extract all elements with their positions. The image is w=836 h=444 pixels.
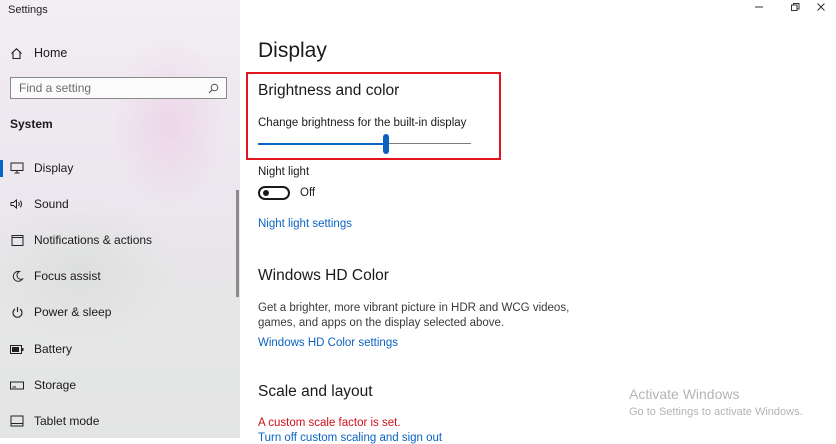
sidebar-item-label: Tablet mode [34,414,100,428]
close-icon [816,0,826,17]
home-icon [10,46,24,60]
search-input[interactable] [19,81,208,95]
close-button[interactable] [806,0,836,16]
slider-thumb[interactable] [383,134,389,154]
speaker-icon [10,197,24,211]
brightness-heading: Brightness and color [258,82,400,99]
slider-fill [258,143,386,145]
sidebar-item-storage[interactable]: Storage [0,371,236,399]
search-icon[interactable] [208,82,220,94]
search-box[interactable] [10,77,227,99]
power-icon [10,305,24,319]
battery-icon [10,342,24,356]
sidebar-item-tablet-mode[interactable]: Tablet mode [0,407,236,435]
night-light-toggle[interactable] [258,186,290,200]
toggle-knob [263,190,269,196]
brightness-slider-label: Change brightness for the built-in displ… [258,117,467,129]
monitor-icon [10,161,24,175]
sidebar-item-display[interactable]: Display [0,154,236,182]
sidebar-item-sound[interactable]: Sound [0,190,236,218]
home-label: Home [34,46,68,60]
turn-off-custom-scaling-link[interactable]: Turn off custom scaling and sign out [258,432,442,444]
sidebar-item-label: Storage [34,378,77,392]
minimize-icon [754,0,764,17]
slider-track [386,143,471,144]
sidebar-item-battery[interactable]: Battery [0,335,236,363]
sidebar-item-label: Sound [34,197,69,211]
storage-icon [10,378,24,392]
window-title: Settings [8,4,48,16]
sidebar-item-notifications[interactable]: Notifications & actions [0,226,236,254]
home-nav-item[interactable]: Home [10,45,67,61]
sidebar-scrollbar[interactable] [236,190,239,297]
sidebar-item-label: Focus assist [34,269,101,283]
sidebar-item-label: Notifications & actions [34,233,153,247]
night-light-state: Off [300,187,316,199]
night-light-settings-link[interactable]: Night light settings [258,218,352,230]
notification-icon [10,233,24,247]
scale-warning: A custom scale factor is set. [258,417,401,429]
sidebar: Settings Home System Display Sound Notif… [0,0,240,438]
hd-color-heading: Windows HD Color [258,267,389,284]
hd-color-description: games, and apps on the display selected … [258,317,505,329]
brightness-slider[interactable] [258,134,471,154]
sidebar-item-label: Power & sleep [34,305,112,319]
background-decoration [110,40,230,210]
hd-color-settings-link[interactable]: Windows HD Color settings [258,337,398,349]
sidebar-item-label: Display [34,161,74,175]
restore-icon [790,0,800,17]
page-title: Display [258,39,327,62]
sidebar-item-label: Battery [34,342,73,356]
sidebar-item-focus-assist[interactable]: Focus assist [0,262,236,290]
moon-icon [10,269,24,283]
minimize-button[interactable] [744,0,774,16]
sidebar-item-power-sleep[interactable]: Power & sleep [0,298,236,326]
activation-watermark-text: Go to Settings to activate Windows. [629,406,803,418]
activation-watermark-title: Activate Windows [629,386,740,402]
scale-heading: Scale and layout [258,383,373,400]
tablet-icon [10,414,24,428]
section-label: System [10,117,53,131]
night-light-label: Night light [258,166,310,178]
hd-color-description: Get a brighter, more vibrant picture in … [258,302,570,314]
